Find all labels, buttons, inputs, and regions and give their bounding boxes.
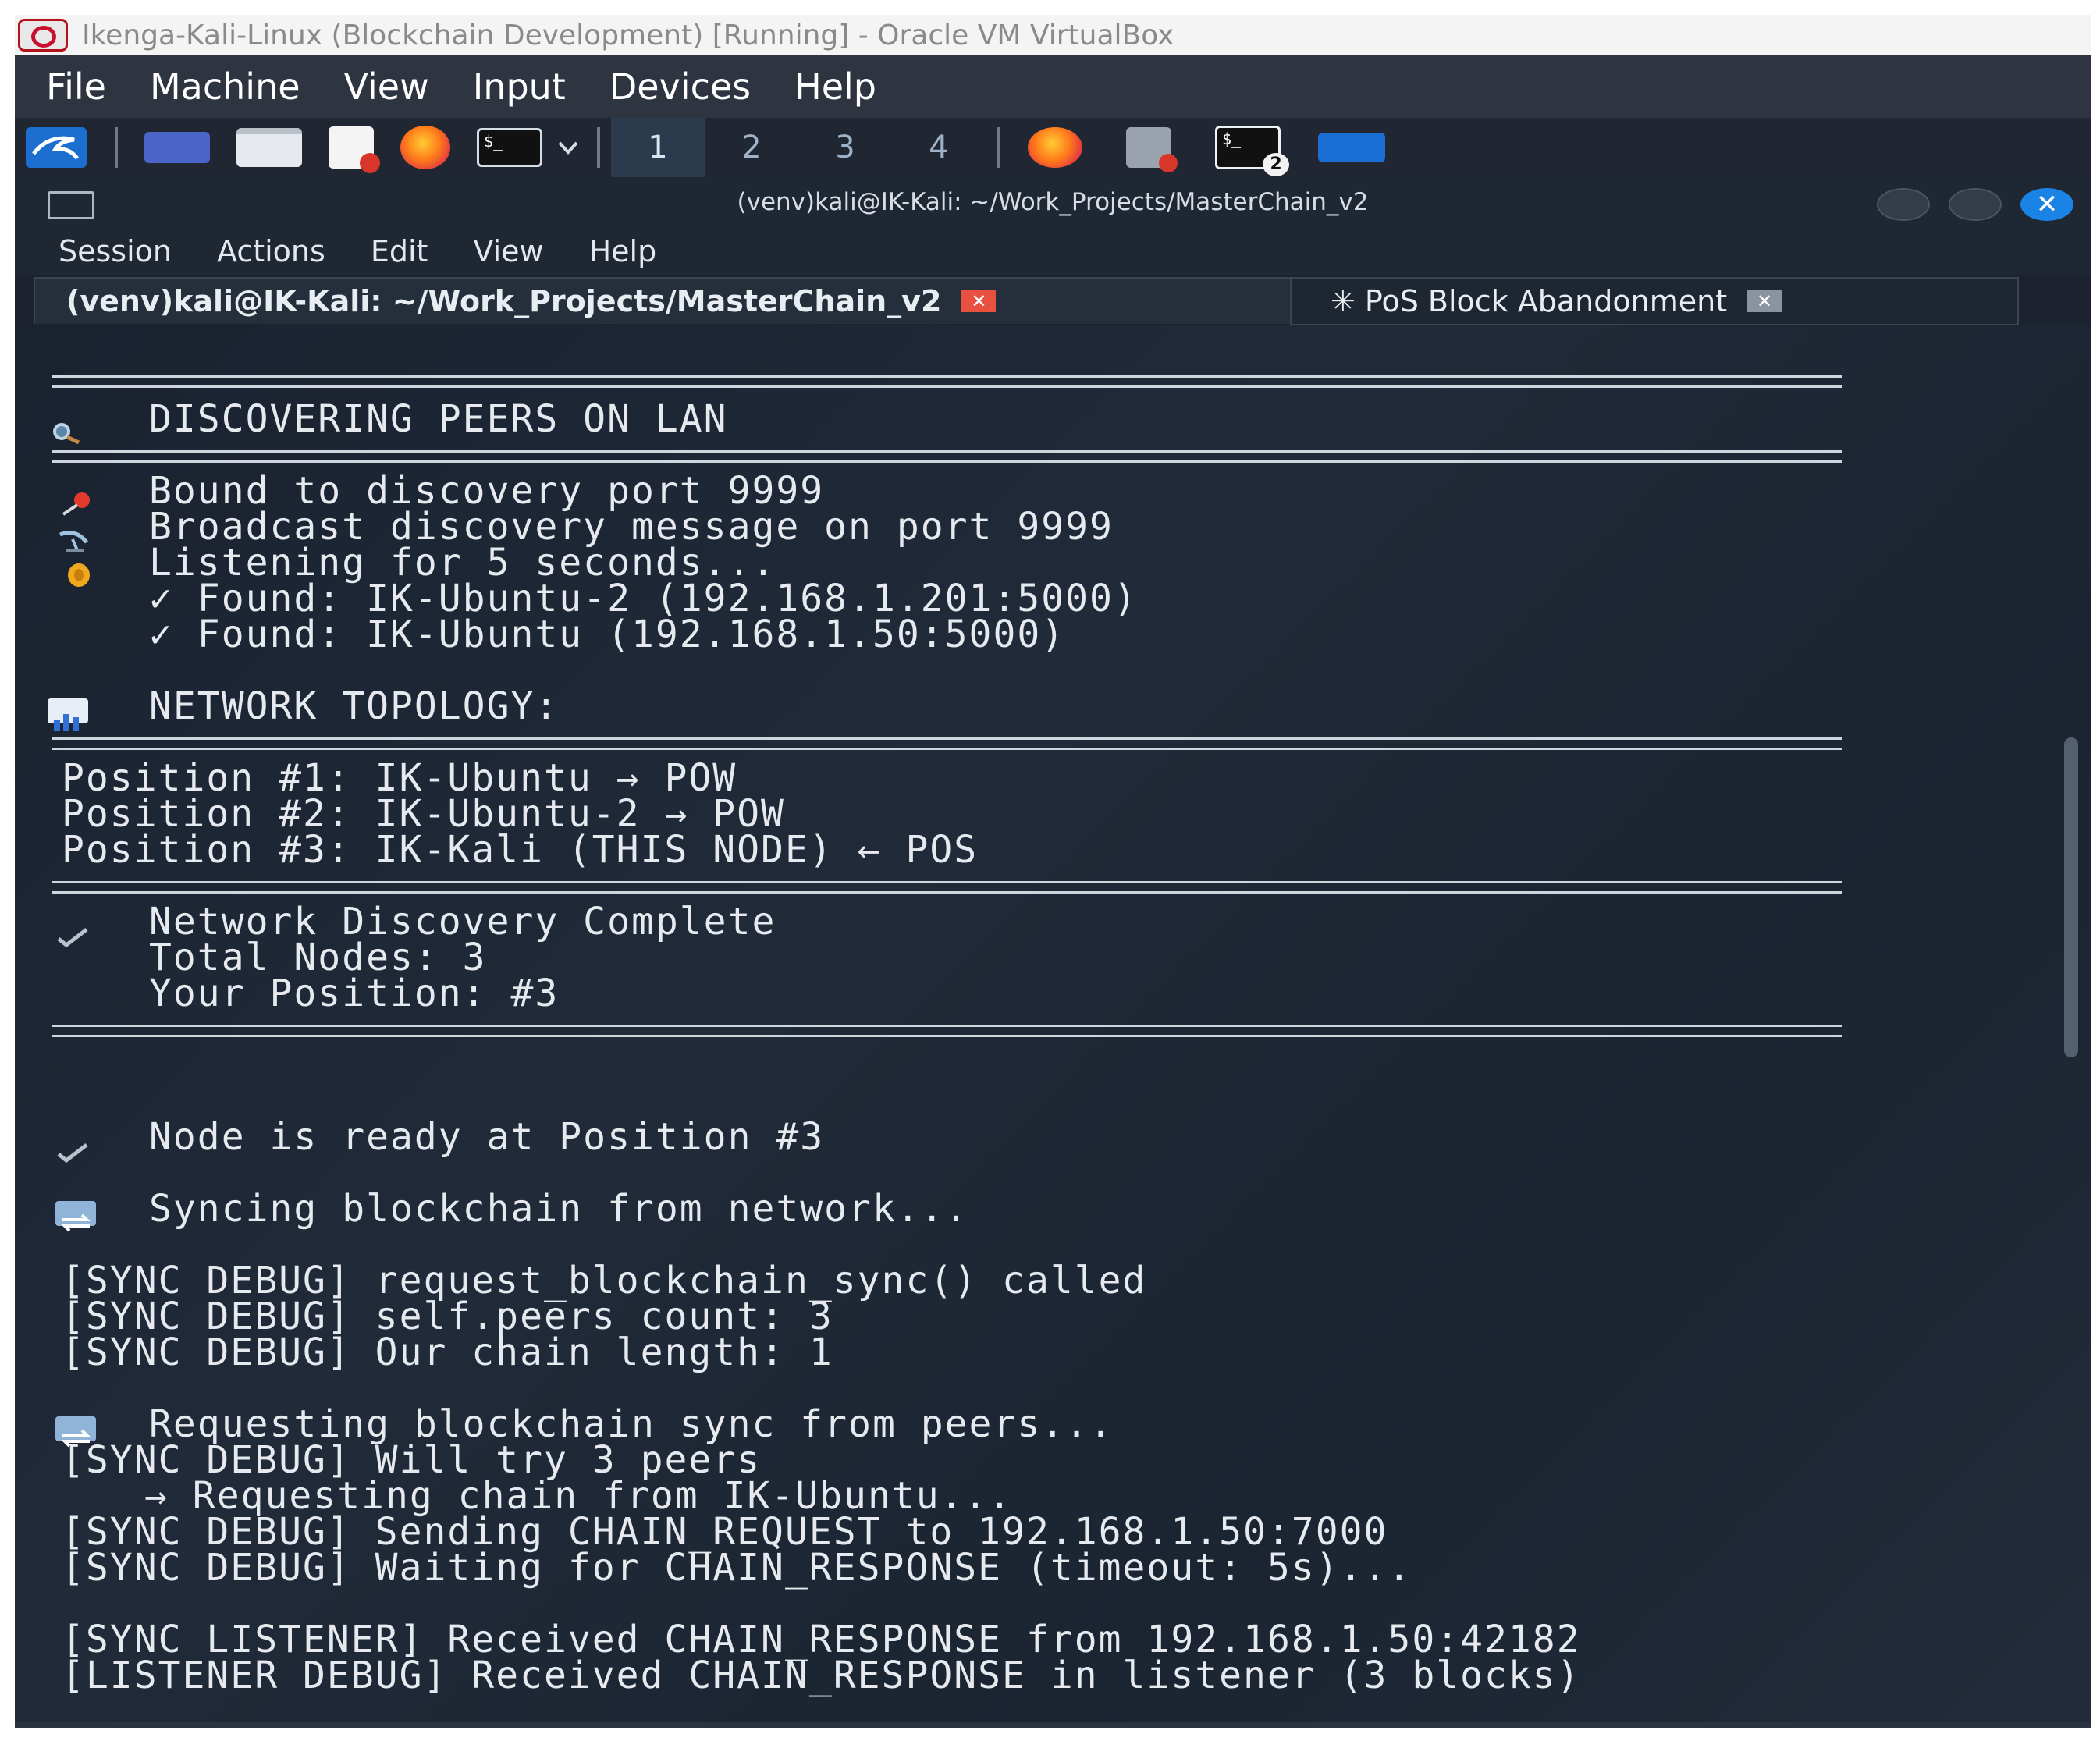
check-mark-icon — [55, 1129, 96, 1164]
terminal-window-icon[interactable]: $_ 2 — [1215, 126, 1289, 176]
tab-close-icon[interactable]: ✕ — [1747, 290, 1782, 312]
magnifier-icon — [48, 411, 88, 445]
terminal-icon[interactable]: $_ — [477, 128, 542, 167]
minimize-button[interactable] — [1877, 188, 1930, 221]
pushpin-icon — [55, 481, 96, 516]
debug-line-5: [SYNC DEBUG] Sending CHAIN_REQUEST to 19… — [62, 1510, 1388, 1554]
taskbar-separator — [115, 127, 118, 168]
position-2-line: Position #2: IK-Ubuntu-2 → POW — [62, 792, 785, 836]
virtualbox-title-bar: Ikenga-Kali-Linux (Blockchain Developmen… — [15, 15, 2091, 55]
kali-taskbar: $_ 1 2 3 4 $_ 2 — [15, 118, 2091, 177]
konsole-app-icon — [48, 191, 94, 219]
file-manager-icon[interactable] — [236, 128, 302, 167]
konsole-title: (venv)kali@IK-Kali: ~/Work_Projects/Mast… — [737, 188, 1369, 216]
sync-arrows-icon — [55, 1201, 96, 1232]
separator-line — [52, 450, 1842, 463]
listener-line-1: [SYNC LISTENER] Received CHAIN_RESPONSE … — [62, 1618, 1581, 1661]
requesting-line: Requesting blockchain sync from peers... — [149, 1402, 1114, 1446]
virtualbox-menu-bar: File Machine View Input Devices Help — [15, 55, 2091, 118]
bar-chart-icon — [48, 698, 88, 731]
maximize-button[interactable] — [1949, 188, 2002, 221]
menu-session[interactable]: Session — [59, 234, 172, 268]
workspace-3[interactable]: 3 — [798, 118, 892, 177]
your-position-line: Your Position: #3 — [149, 972, 560, 1015]
bound-line: Bound to discovery port 9999 — [149, 469, 825, 513]
menu-actions[interactable]: Actions — [217, 234, 325, 268]
virtualbox-title: Ikenga-Kali-Linux (Blockchain Developmen… — [82, 19, 1174, 52]
chevron-down-icon[interactable] — [556, 127, 580, 168]
position-3-line: Position #3: IK-Kali (THIS NODE) ← POS — [62, 828, 979, 872]
debug-line-2: [SYNC DEBUG] self.peers count: 3 — [62, 1295, 833, 1338]
listening-line: Listening for 5 seconds... — [149, 541, 776, 584]
firefox-icon[interactable] — [400, 126, 450, 169]
text-editor-window-icon[interactable] — [1126, 127, 1178, 172]
ear-icon — [63, 553, 104, 587]
konsole-tab-bar: (venv)kali@IK-Kali: ~/Work_Projects/Mast… — [15, 275, 2091, 325]
separator-line — [52, 375, 1842, 388]
menu-devices[interactable]: Devices — [609, 66, 751, 108]
check-mark-icon — [55, 914, 96, 948]
konsole-menu-bar: Session Actions Edit View Help — [15, 227, 2091, 275]
virtualbox-window: Ikenga-Kali-Linux (Blockchain Developmen… — [15, 15, 2091, 1728]
separator-line — [52, 737, 1842, 750]
debug-line-3: [SYNC DEBUG] Our chain length: 1 — [62, 1331, 833, 1374]
tab-label: (venv)kali@IK-Kali: ~/Work_Projects/Mast… — [66, 284, 942, 318]
listener-line-2: [LISTENER DEBUG] Received CHAIN_RESPONSE… — [62, 1654, 1581, 1697]
menu-machine[interactable]: Machine — [150, 66, 300, 108]
show-desktop-icon[interactable] — [144, 132, 210, 163]
taskbar-separator — [597, 127, 600, 168]
menu-file[interactable]: File — [46, 66, 106, 108]
workspace-2[interactable]: 2 — [705, 118, 798, 177]
debug-line-4: [SYNC DEBUG] Will try 3 peers — [62, 1438, 762, 1482]
menu-input[interactable]: Input — [473, 66, 566, 108]
satellite-antenna-icon — [55, 517, 96, 552]
discover-header: DISCOVERING PEERS ON LAN — [149, 397, 728, 441]
taskbar-separator — [997, 127, 1000, 168]
found-line-1: ✓ Found: IK-Ubuntu-2 (192.168.1.201:5000… — [149, 577, 1138, 620]
text-editor-icon[interactable] — [329, 126, 380, 173]
debug-line-6: [SYNC DEBUG] Waiting for CHAIN_RESPONSE … — [62, 1546, 1412, 1590]
kali-dragon-menu-icon[interactable] — [26, 127, 87, 168]
position-1-line: Position #1: IK-Ubuntu → POW — [62, 756, 737, 800]
terminal-output[interactable]: DISCOVERING PEERS ON LAN Bound to discov… — [15, 325, 2091, 1728]
tab-masterchain[interactable]: (venv)kali@IK-Kali: ~/Work_Projects/Mast… — [34, 277, 1316, 324]
separator-line — [52, 1025, 1842, 1037]
konsole-title-bar: (venv)kali@IK-Kali: ~/Work_Projects/Mast… — [15, 177, 2091, 227]
tab-label: ✳ PoS Block Abandonment — [1331, 284, 1728, 318]
syncing-line: Syncing blockchain from network... — [149, 1187, 969, 1231]
menu-view-konsole[interactable]: View — [473, 234, 543, 268]
menu-edit[interactable]: Edit — [371, 234, 428, 268]
broadcast-line: Broadcast discovery message on port 9999 — [149, 505, 1114, 549]
found-line-2: ✓ Found: IK-Ubuntu (192.168.1.50:5000) — [149, 613, 1066, 656]
terminal-bottom-edge — [15, 1722, 2091, 1728]
folder-window-icon[interactable] — [1318, 133, 1385, 162]
debug-line-1: [SYNC DEBUG] request_blockchain_sync() c… — [62, 1259, 1147, 1302]
menu-help[interactable]: Help — [794, 66, 876, 108]
tab-pos-block-abandonment[interactable]: ✳ PoS Block Abandonment ✕ — [1290, 277, 2019, 325]
terminal-count-badge: 2 — [1263, 153, 1289, 176]
debian-logo-icon — [18, 19, 68, 52]
firefox-window-icon[interactable] — [1028, 127, 1082, 168]
workspace-4[interactable]: 4 — [892, 118, 986, 177]
workspace-1[interactable]: 1 — [611, 118, 705, 177]
terminal-scrollbar[interactable] — [2064, 737, 2078, 1057]
menu-view[interactable]: View — [344, 66, 429, 108]
discovery-complete-line: Network Discovery Complete — [149, 900, 776, 943]
requesting-chain-line: → Requesting chain from IK-Ubuntu... — [144, 1474, 1013, 1518]
close-button[interactable]: ✕ — [2020, 188, 2073, 221]
topology-header: NETWORK TOPOLOGY: — [149, 684, 560, 728]
node-ready-line: Node is ready at Position #3 — [149, 1115, 825, 1159]
tab-close-icon[interactable]: ✕ — [961, 290, 997, 312]
menu-help-konsole[interactable]: Help — [589, 234, 657, 268]
separator-line — [52, 881, 1842, 894]
total-nodes-line: Total Nodes: 3 — [149, 936, 487, 979]
close-icon: ✕ — [2035, 189, 2059, 220]
